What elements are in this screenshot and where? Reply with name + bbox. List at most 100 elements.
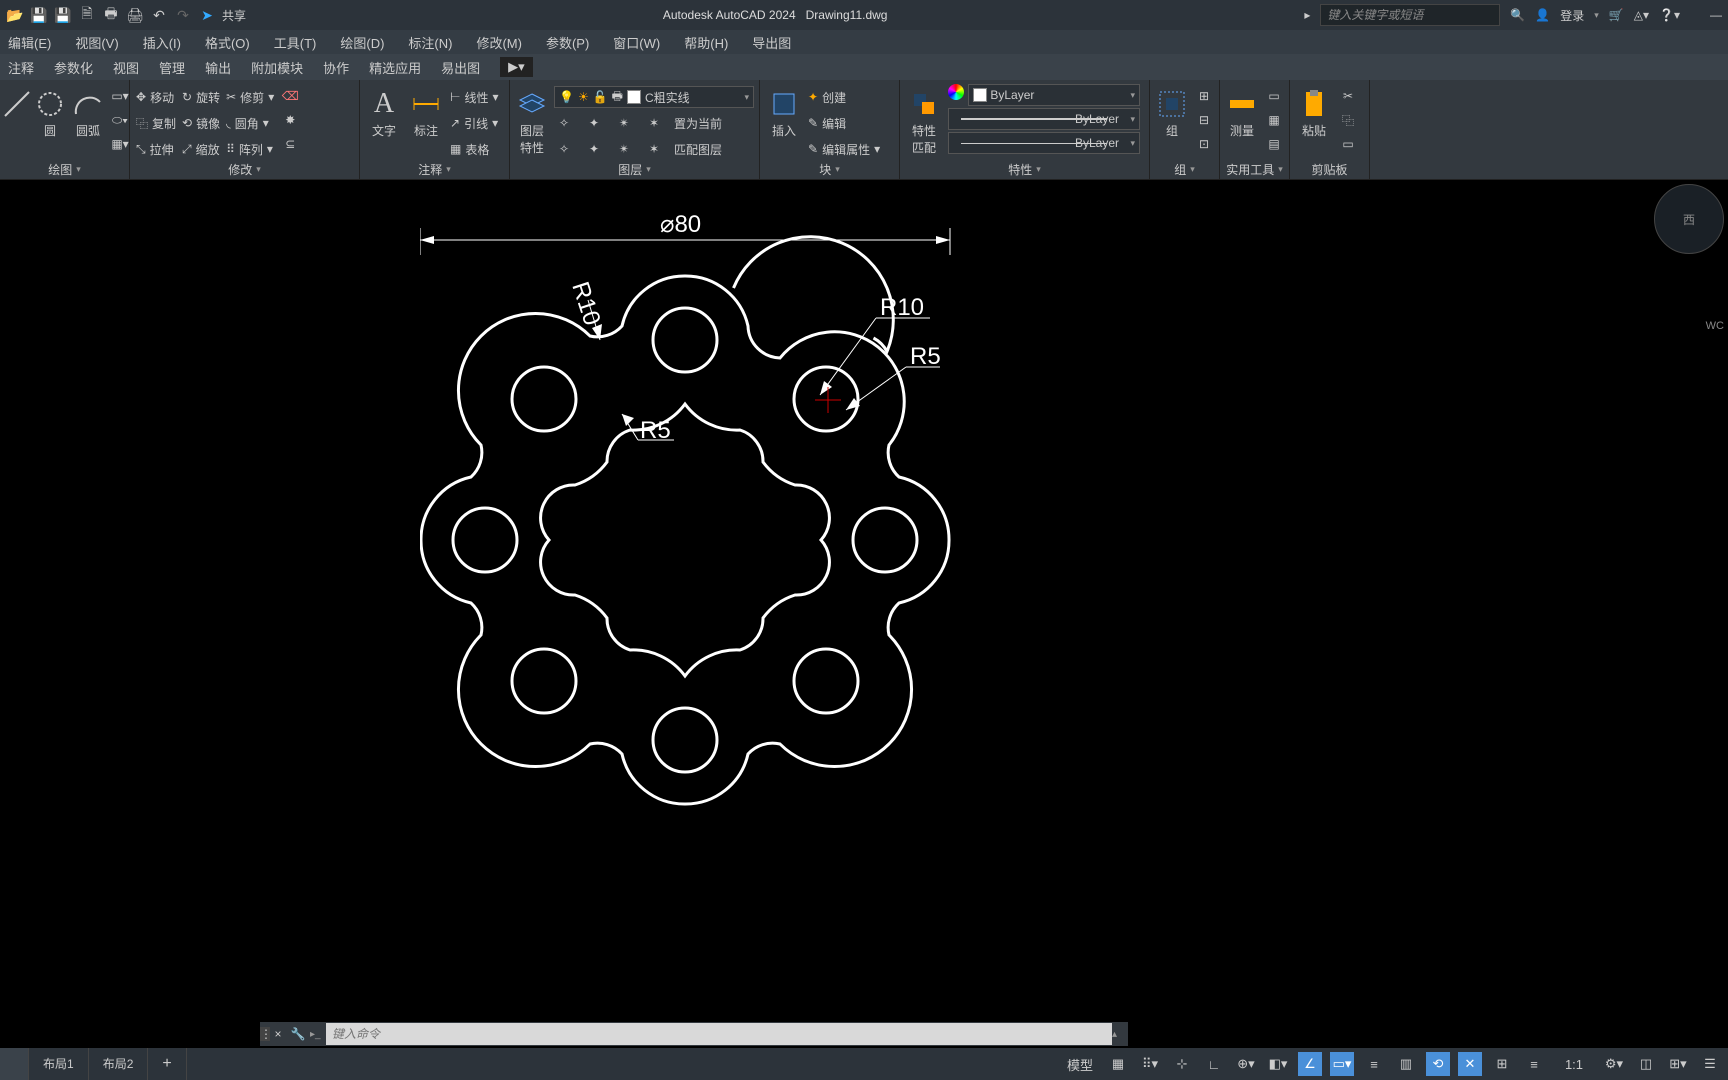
search-icon[interactable]: 🔍	[1510, 8, 1525, 22]
color-combo[interactable]: ByLayer	[968, 84, 1140, 106]
login-label[interactable]: 登录	[1560, 7, 1584, 24]
layer-combo[interactable]: 💡☀🔓🖶 C粗实线 ▾	[554, 86, 754, 108]
cmd-expand-icon[interactable]: ▴	[1112, 1029, 1128, 1040]
line-button[interactable]	[6, 84, 28, 159]
group-ico2[interactable]: ⊟	[1194, 110, 1214, 130]
edit-button[interactable]: ✎编辑	[808, 112, 880, 134]
panel-modify-title[interactable]: 修改	[136, 160, 353, 179]
panel-layers-title[interactable]: 图层	[516, 160, 753, 179]
mirror-button[interactable]: ⟲镜像	[182, 112, 220, 134]
create-button[interactable]: ✦创建	[808, 86, 880, 108]
move-button[interactable]: ✥移动	[136, 86, 176, 108]
panel-annot-title[interactable]: 注释	[366, 160, 503, 179]
status-iso-icon[interactable]: ◧▾	[1266, 1052, 1290, 1076]
editattr-button[interactable]: ✎编辑属性▾	[808, 138, 880, 160]
panel-block-title[interactable]: 块	[766, 160, 893, 179]
erase-icon[interactable]: ⌫	[280, 86, 300, 106]
status-qp-icon[interactable]: ≡	[1522, 1052, 1546, 1076]
status-polar-icon[interactable]: ⊕▾	[1234, 1052, 1258, 1076]
menu-format[interactable]: 格式(O)	[205, 33, 250, 52]
rect-icon[interactable]: ▭▾	[110, 86, 130, 106]
tab-view[interactable]: 视图	[113, 58, 139, 77]
status-dyn-icon[interactable]: ⊞	[1490, 1052, 1514, 1076]
status-max-icon[interactable]: ◫	[1634, 1052, 1658, 1076]
menu-view[interactable]: 视图(V)	[75, 33, 118, 52]
status-3dosnap-icon[interactable]: ✕	[1458, 1052, 1482, 1076]
tab-model-left[interactable]	[0, 1048, 29, 1080]
cmd-config-icon[interactable]: 🔧	[286, 1027, 310, 1041]
stretch-button[interactable]: ⤡拉伸	[136, 138, 176, 160]
status-gear-icon[interactable]: ⚙▾	[1602, 1052, 1626, 1076]
status-infer-icon[interactable]: ⊹	[1170, 1052, 1194, 1076]
help-icon[interactable]: ❔▾	[1659, 8, 1680, 22]
menu-help[interactable]: 帮助(H)	[684, 33, 728, 52]
menu-edit[interactable]: 编辑(E)	[8, 33, 51, 52]
expand-icon[interactable]: ▸	[1304, 8, 1310, 22]
dim-button[interactable]: 标注	[408, 84, 444, 160]
color-wheel-icon[interactable]	[948, 84, 964, 100]
layer-ico6[interactable]: ✦	[584, 139, 604, 159]
print-icon[interactable]: 🖨	[126, 6, 144, 24]
menu-dim[interactable]: 标注(N)	[408, 33, 452, 52]
layer-ico4[interactable]: ✶	[644, 113, 664, 133]
group-button[interactable]: 组	[1156, 84, 1188, 159]
insert-button[interactable]: 插入	[766, 84, 802, 160]
status-trans-icon[interactable]: ▥	[1394, 1052, 1418, 1076]
layer-ico5[interactable]: ✧	[554, 139, 574, 159]
saveall-icon[interactable]: 🗎	[78, 6, 96, 24]
tab-layout1[interactable]: 布局1	[29, 1048, 89, 1080]
explode-icon[interactable]: ✸	[280, 110, 300, 130]
group-ico1[interactable]: ⊞	[1194, 86, 1214, 106]
status-snap-icon[interactable]: ⠿▾	[1138, 1052, 1162, 1076]
status-grid-icon[interactable]: ▦	[1106, 1052, 1130, 1076]
util-ico1[interactable]: ▭	[1264, 86, 1284, 106]
copy-icon[interactable]: ⿻	[1338, 110, 1358, 130]
redo-icon[interactable]: ↷	[174, 6, 192, 24]
panel-props-title[interactable]: 特性	[906, 159, 1143, 179]
setcurrent-button[interactable]: 置为当前	[674, 115, 722, 132]
tab-output[interactable]: 输出	[205, 58, 231, 77]
paste-button[interactable]: 粘贴	[1296, 84, 1332, 159]
search-input[interactable]: 键入关键字或短语	[1320, 4, 1500, 26]
panel-draw-title[interactable]: 绘图	[6, 159, 123, 179]
layer-ico8[interactable]: ✶	[644, 139, 664, 159]
status-menu-icon[interactable]: ☰	[1698, 1052, 1722, 1076]
open-icon[interactable]: 📂	[6, 6, 24, 24]
cmd-close-icon[interactable]: ×	[270, 1027, 286, 1041]
share-icon[interactable]: ➤	[198, 6, 216, 24]
layer-props-button[interactable]: 图层 特性	[516, 84, 548, 160]
util-ico2[interactable]: ▦	[1264, 110, 1284, 130]
trim-button[interactable]: ✂修剪▾	[226, 86, 274, 108]
status-otrack-icon[interactable]: ▭▾	[1330, 1052, 1354, 1076]
menu-insert[interactable]: 插入(I)	[143, 33, 181, 52]
panel-group-title[interactable]: 组	[1156, 159, 1213, 179]
menu-modify[interactable]: 修改(M)	[476, 33, 522, 52]
group-ico3[interactable]: ⊡	[1194, 134, 1214, 154]
offset-icon[interactable]: ⊆	[280, 134, 300, 154]
tab-add[interactable]: +	[148, 1048, 186, 1080]
measure-button[interactable]: 测量	[1226, 84, 1258, 159]
linear-button[interactable]: ⊢线性▾	[450, 86, 499, 108]
circle-button[interactable]: 圆	[34, 84, 66, 159]
text-button[interactable]: A 文字	[366, 84, 402, 160]
status-ortho-icon[interactable]: ∟	[1202, 1052, 1226, 1076]
linetype-combo[interactable]: ByLayer	[948, 132, 1140, 154]
minimize-icon[interactable]: —	[1710, 8, 1722, 22]
menu-window[interactable]: 窗口(W)	[613, 33, 660, 52]
rotate-button[interactable]: ↻旋转	[182, 86, 220, 108]
layer-ico2[interactable]: ✦	[584, 113, 604, 133]
arc-button[interactable]: 圆弧	[72, 84, 104, 159]
tab-collab[interactable]: 协作	[323, 58, 349, 77]
scale-button[interactable]: ⤢缩放	[182, 138, 220, 160]
cart-icon[interactable]: 🛒	[1609, 8, 1624, 22]
matchprop-button[interactable]: 特性 匹配	[906, 84, 942, 159]
plot-icon[interactable]: 🖶	[102, 6, 120, 24]
tab-video-icon[interactable]: ▶▾	[500, 57, 533, 77]
user-dropdown-icon[interactable]: ▾	[1594, 10, 1599, 21]
tab-manage[interactable]: 管理	[159, 58, 185, 77]
status-model[interactable]: 模型	[1062, 1052, 1098, 1076]
user-icon[interactable]: 👤	[1535, 8, 1550, 22]
cmd-grip[interactable]: ⋮	[260, 1027, 270, 1041]
menu-draw[interactable]: 绘图(D)	[340, 33, 384, 52]
menu-tools[interactable]: 工具(T)	[274, 33, 317, 52]
